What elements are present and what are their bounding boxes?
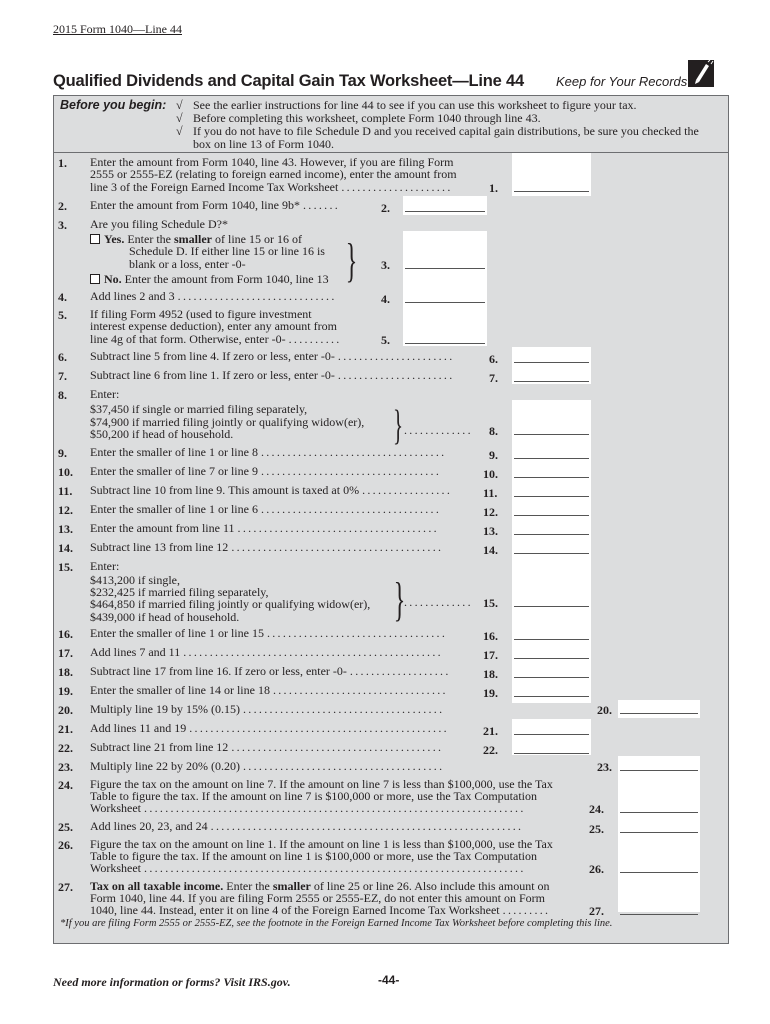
field-background <box>512 719 591 755</box>
field-background <box>618 756 700 912</box>
line-9-input[interactable] <box>514 457 589 459</box>
line-number: 1. <box>58 156 67 170</box>
line-22-input[interactable] <box>514 752 589 754</box>
line-ref: 1. <box>489 181 498 195</box>
line-10-input[interactable] <box>514 476 589 478</box>
line-18-input[interactable] <box>514 676 589 678</box>
yes-checkbox[interactable] <box>90 234 100 244</box>
form-reference: 2015 Form 1040—Line 44 <box>53 22 182 36</box>
check-icon: √ <box>176 111 183 125</box>
line-24-input[interactable] <box>620 811 698 813</box>
pencil-icon <box>688 59 714 87</box>
line-17-input[interactable] <box>514 657 589 659</box>
line-15-input[interactable] <box>514 605 589 607</box>
line-6-input[interactable] <box>514 361 589 363</box>
line-20-input[interactable] <box>620 712 698 714</box>
line-3-input[interactable] <box>405 267 485 269</box>
before-item: √ See the earlier instructions for line … <box>176 98 637 112</box>
line-5-input[interactable] <box>405 342 485 344</box>
field-background <box>618 700 700 718</box>
before-you-begin-label: Before you begin: <box>60 98 167 112</box>
line-12-input[interactable] <box>514 514 589 516</box>
line-1-input[interactable] <box>514 190 589 192</box>
line-21-input[interactable] <box>514 733 589 735</box>
line-19-input[interactable] <box>514 695 589 697</box>
brace: } <box>393 403 404 449</box>
line-2-input[interactable] <box>405 210 485 212</box>
page-number: -44- <box>378 973 400 987</box>
line-23-input[interactable] <box>620 769 698 771</box>
more-info-link[interactable]: Need more information or forms? Visit IR… <box>53 975 291 990</box>
line-25-input[interactable] <box>620 831 698 833</box>
keep-for-records-label: Keep for Your Records <box>556 74 688 89</box>
brace: } <box>345 234 358 287</box>
check-icon: √ <box>176 98 183 112</box>
worksheet-title: Qualified Dividends and Capital Gain Tax… <box>53 72 524 90</box>
before-item: √ Before completing this worksheet, comp… <box>176 111 541 125</box>
footnote: *If you are filing Form 2555 or 2555-EZ,… <box>60 918 613 929</box>
line-16-input[interactable] <box>514 638 589 640</box>
check-icon: √ <box>176 124 183 138</box>
before-item: √ If you do not have to file Schedule D … <box>176 124 699 151</box>
line-4-input[interactable] <box>405 301 485 303</box>
no-checkbox[interactable] <box>90 274 100 284</box>
line-11-input[interactable] <box>514 495 589 497</box>
field-background <box>403 231 487 346</box>
field-background <box>403 196 487 215</box>
line-26-input[interactable] <box>620 871 698 873</box>
divider <box>53 152 729 153</box>
line-7-input[interactable] <box>514 380 589 382</box>
line-27-input[interactable] <box>620 913 698 915</box>
field-background <box>512 347 591 384</box>
line-14-input[interactable] <box>514 552 589 554</box>
line-8-input[interactable] <box>514 433 589 435</box>
line-13-input[interactable] <box>514 533 589 535</box>
